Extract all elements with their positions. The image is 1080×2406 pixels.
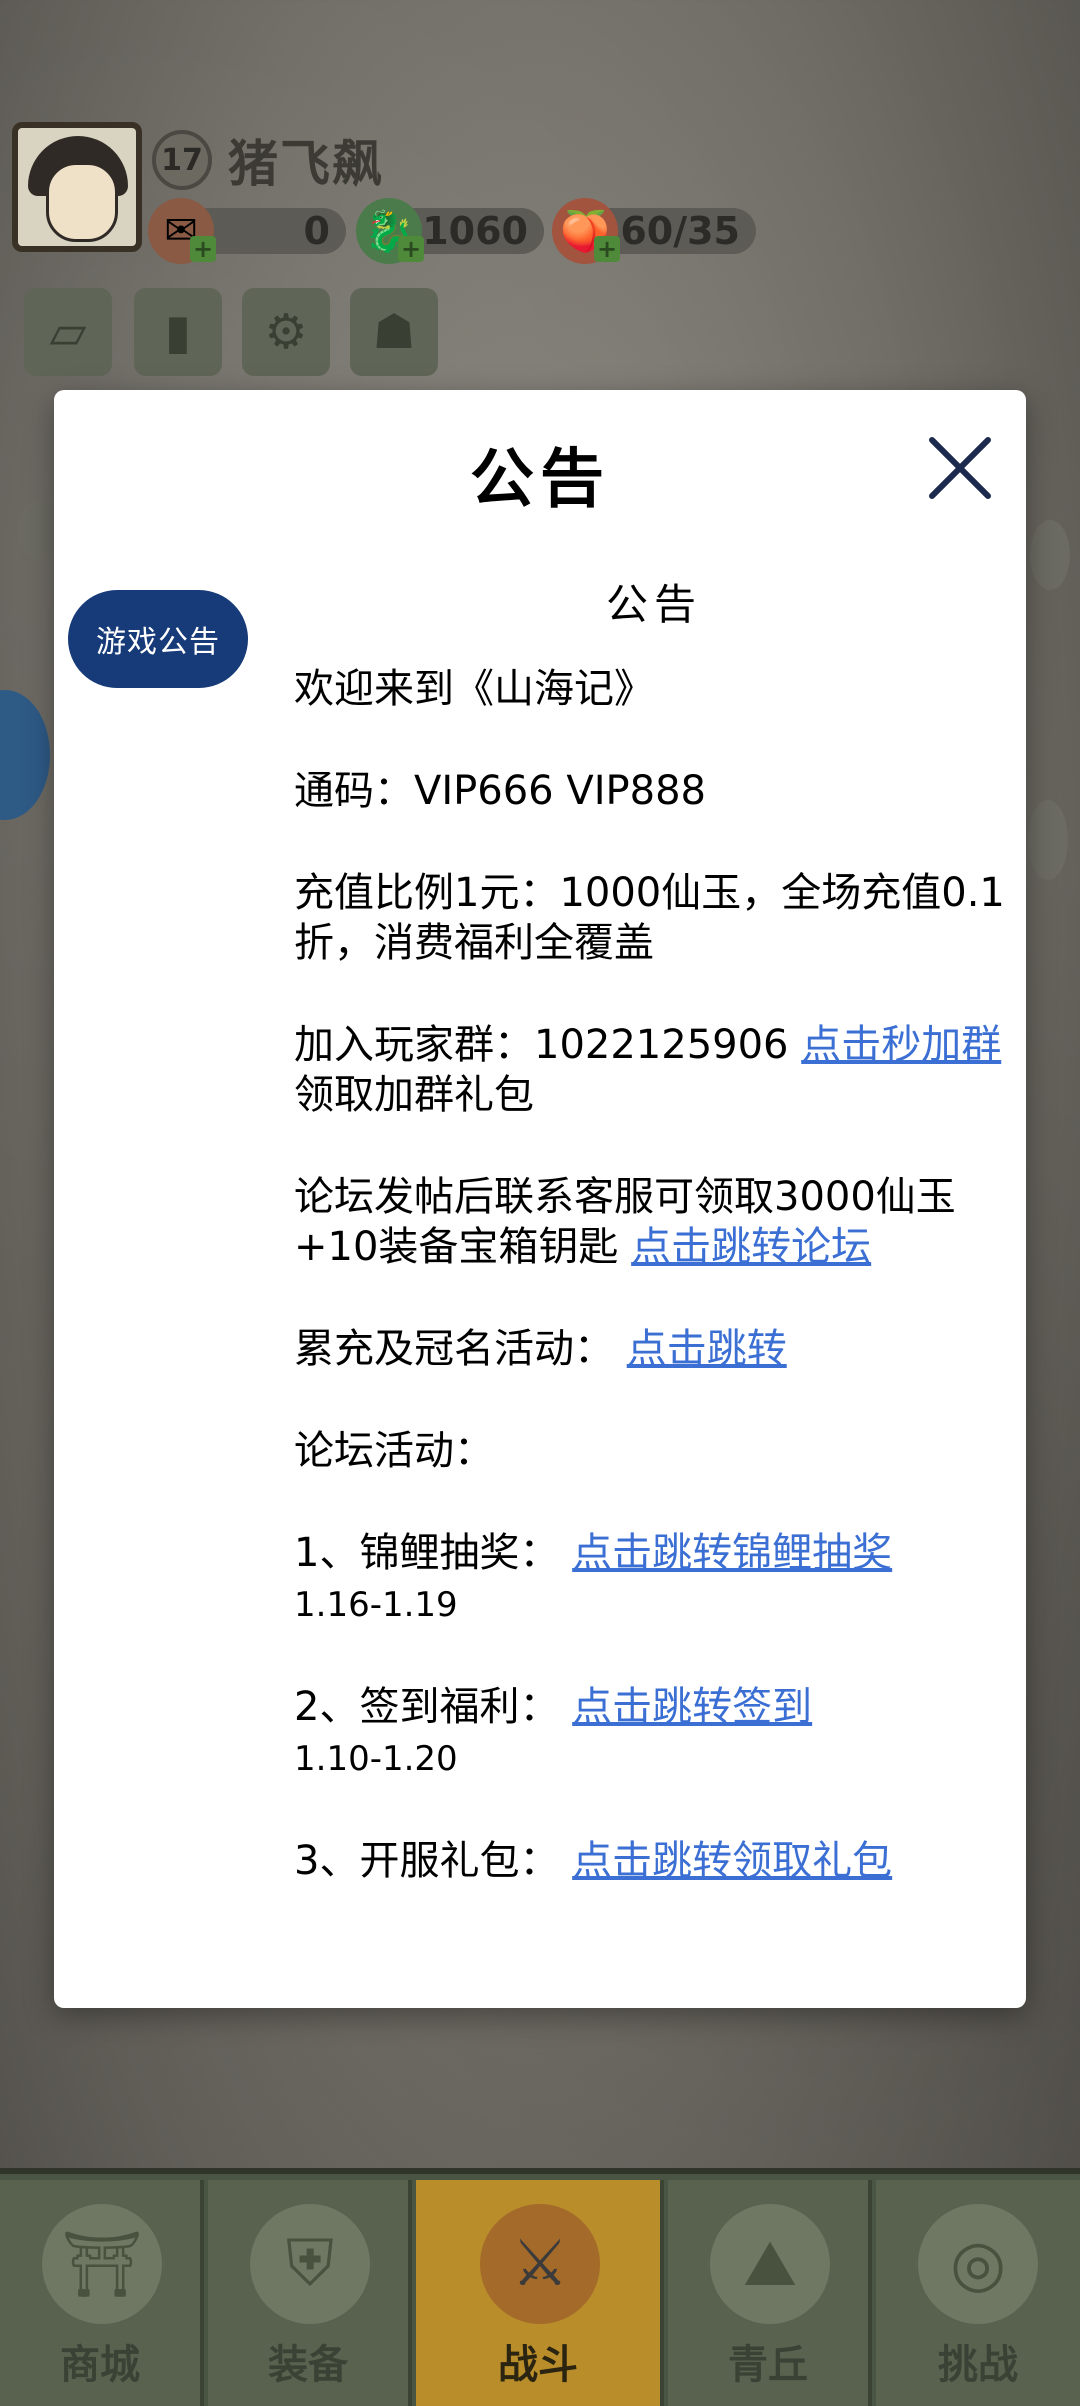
nav-qingqiu[interactable]: ⛰ 青丘	[668, 2180, 872, 2406]
lottery-link[interactable]: 点击跳转锦鲤抽奖	[572, 1530, 892, 1576]
activity-item-3: 3、开服礼包： 点击跳转领取礼包	[294, 1836, 1014, 1886]
nav-label: 商城	[60, 2342, 140, 2388]
codes-text: 通码：VIP666 VIP888	[294, 768, 706, 814]
cumulative-link[interactable]: 点击跳转	[627, 1326, 787, 1372]
item1-date: 1.16-1.19	[294, 1585, 458, 1625]
nav-label: 挑战	[938, 2342, 1018, 2388]
item1-label: 1、锦鲤抽奖：	[294, 1530, 573, 1576]
player-avatar[interactable]	[12, 122, 142, 252]
forum-paragraph: 论坛发帖后联系客服可领取3000仙玉+10装备宝箱钥匙 点击跳转论坛	[294, 1172, 1014, 1272]
group-prefix: 加入玩家群：1022125906	[294, 1022, 802, 1068]
group-suffix: 领取加群礼包	[294, 1072, 534, 1118]
dialog-title: 公告	[470, 443, 610, 517]
player-level-badge: 17	[152, 130, 212, 190]
cumulative-paragraph: 累充及冠名活动： 点击跳转	[294, 1324, 1014, 1374]
join-group-link[interactable]: 点击秒加群	[801, 1022, 1001, 1068]
friends-icon[interactable]: ☗	[350, 288, 438, 376]
activity-item-2: 2、签到福利： 点击跳转签到 1.10-1.20	[294, 1682, 1014, 1784]
bottom-nav: ⛩ 商城 ⛨ 装备 ⚔ 战斗 ⛰ 青丘 ◎ 挑战	[0, 2168, 1080, 2406]
welcome-text: 欢迎来到《山海记》	[294, 666, 654, 712]
nav-shop[interactable]: ⛩ 商城	[0, 2180, 204, 2406]
add-dragon-button[interactable]: +	[398, 235, 424, 263]
announcement-dialog: 公告 游戏公告 公告 欢迎来到《山海记》 通码：VIP666 VIP888 充值…	[54, 390, 1026, 2008]
armor-icon: ⛨	[250, 2204, 370, 2324]
crossed-swords-icon: ⚔	[480, 2204, 600, 2324]
side-decoration	[18, 500, 58, 560]
cumulative-prefix: 累充及冠名活动：	[294, 1326, 627, 1372]
challenge-icon: ◎	[918, 2204, 1038, 2324]
resource-value: 0	[303, 209, 330, 253]
sign-in-link[interactable]: 点击跳转签到	[572, 1684, 812, 1730]
nav-equipment[interactable]: ⛨ 装备	[208, 2180, 412, 2406]
nav-label: 青丘	[728, 2342, 808, 2388]
recharge-text: 充值比例1元：1000仙玉，全场充值0.1折，消费福利全覆盖	[294, 870, 1005, 966]
nav-battle[interactable]: ⚔ 战斗	[416, 2180, 664, 2406]
item2-label: 2、签到福利：	[294, 1684, 573, 1730]
item2-date: 1.10-1.20	[294, 1739, 458, 1779]
add-red-packet-button[interactable]: +	[190, 235, 216, 263]
settings-gear-icon[interactable]: ⚙	[242, 288, 330, 376]
tab-game-announcement[interactable]: 游戏公告	[68, 590, 248, 688]
resource-value: 1060	[422, 209, 528, 253]
nav-label: 战斗	[498, 2342, 578, 2388]
forum-link[interactable]: 点击跳转论坛	[631, 1224, 871, 1270]
nav-label: 装备	[268, 2342, 348, 2388]
add-peach-button[interactable]: +	[594, 235, 620, 263]
player-name: 猪飞飙	[228, 135, 384, 193]
content-subtitle: 公告	[605, 580, 702, 629]
mountain-icon: ⛰	[710, 2204, 830, 2324]
nav-challenge[interactable]: ◎ 挑战	[876, 2180, 1080, 2406]
forum-activity-heading: 论坛活动：	[294, 1428, 494, 1474]
side-decoration	[1030, 520, 1070, 590]
card-icon[interactable]: ▱	[24, 288, 112, 376]
item3-label: 3、开服礼包：	[294, 1838, 573, 1884]
activity-item-1: 1、锦鲤抽奖： 点击跳转锦鲤抽奖 1.16-1.19	[294, 1528, 1014, 1630]
rank-chart-icon[interactable]: ▮	[134, 288, 222, 376]
group-paragraph: 加入玩家群：1022125906 点击秒加群 领取加群礼包	[294, 1020, 1014, 1120]
announcement-content: 公告 欢迎来到《山海记》 通码：VIP666 VIP888 充值比例1元：100…	[294, 580, 1014, 1938]
side-decoration	[1028, 800, 1068, 880]
gift-pack-link[interactable]: 点击跳转领取礼包	[572, 1838, 892, 1884]
close-icon[interactable]	[924, 432, 996, 504]
shop-icon: ⛩	[42, 2204, 162, 2324]
